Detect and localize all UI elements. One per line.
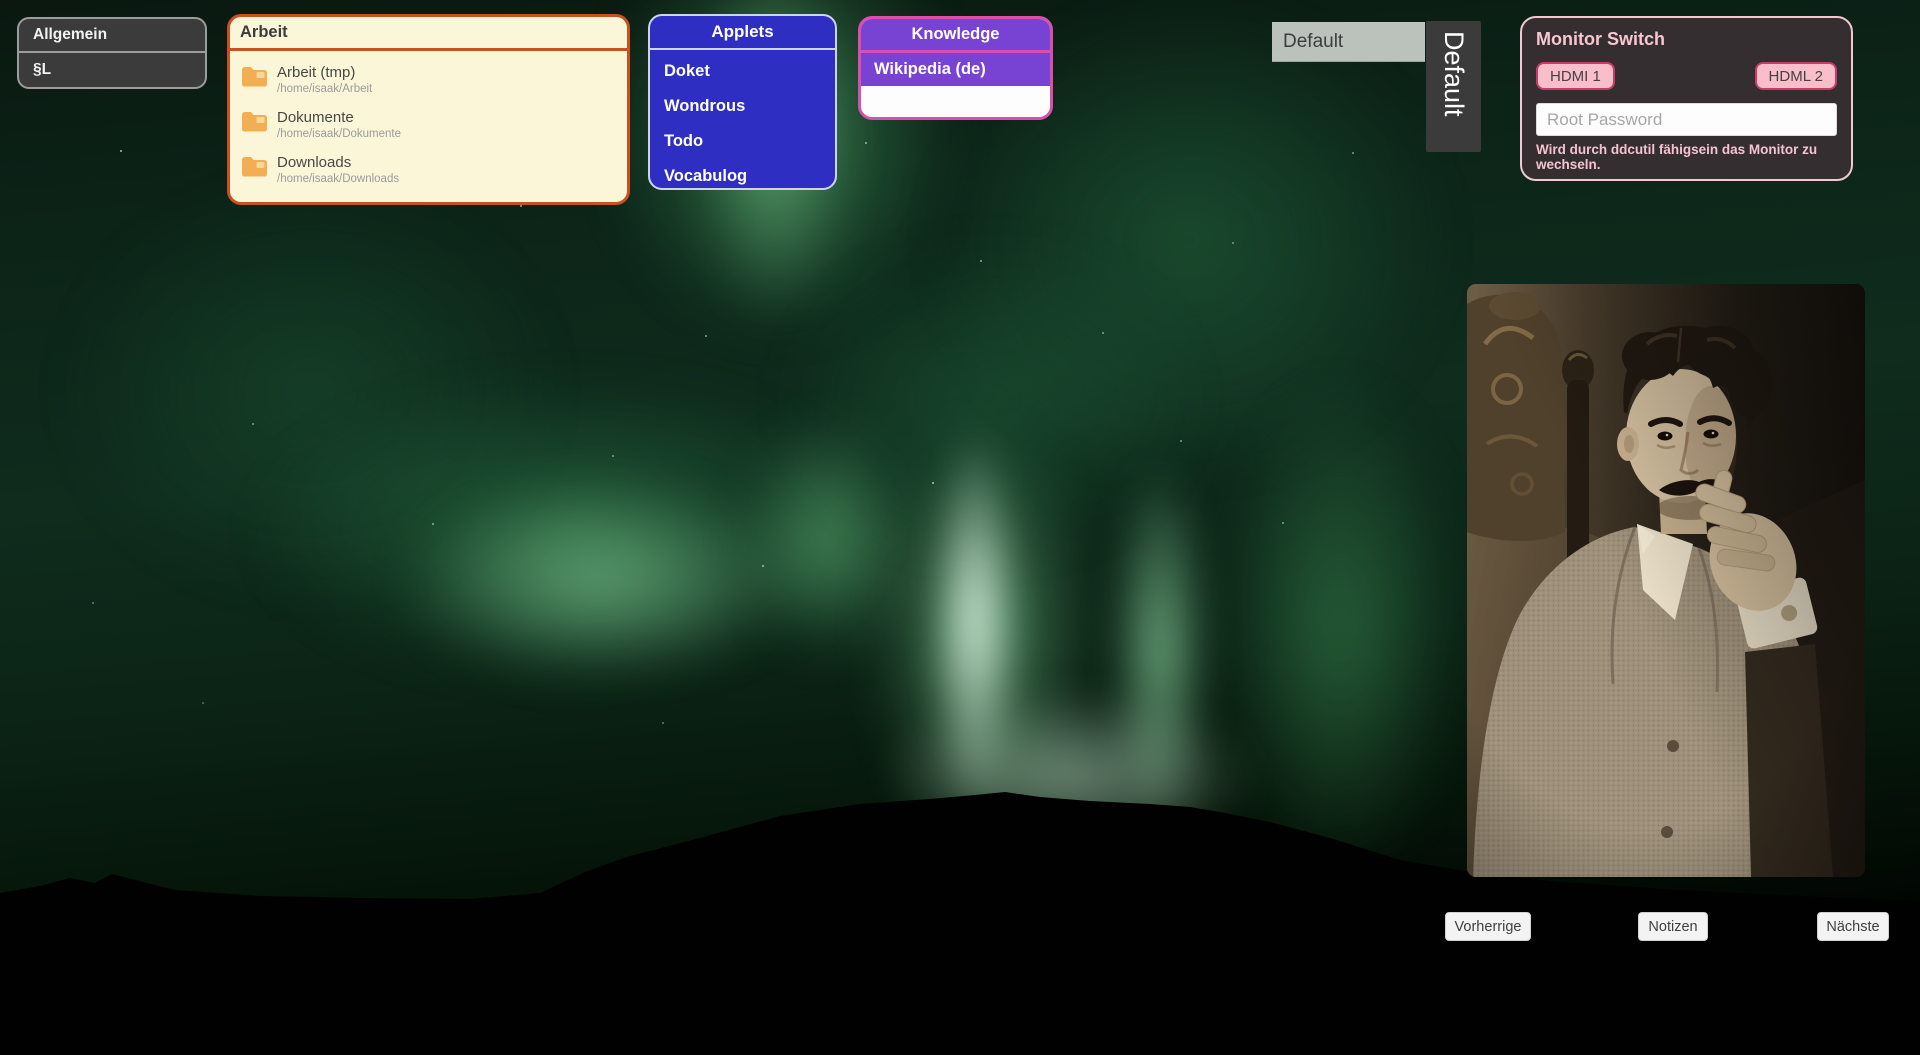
folder-icon	[242, 67, 267, 87]
vorherrige-button[interactable]: Vorherrige	[1445, 912, 1531, 941]
root-password-input[interactable]	[1536, 103, 1837, 136]
monitor-switch-buttons: HDMI 1 HDML 2	[1536, 62, 1837, 90]
notizen-button[interactable]: Notizen	[1638, 912, 1708, 941]
folder-path: /home/isaak/Downloads	[277, 173, 400, 185]
panel-title-arbeit: Arbeit	[230, 17, 627, 51]
folder-path: /home/isaak/Dokumente	[277, 128, 402, 140]
folder-name: Arbeit (tmp)	[277, 64, 356, 81]
default-drawer-tab-label: Default	[1439, 31, 1469, 117]
panel-arbeit: Arbeit Arbeit (tmp) /home/isaak/Arbeit D…	[227, 14, 630, 205]
folder-path: /home/isaak/Arbeit	[277, 83, 373, 95]
panel-allgemein: Allgemein §L	[17, 17, 207, 89]
applet-list: Doket Wondrous Todo Vocabulog	[650, 50, 835, 188]
knowledge-empty-row	[861, 86, 1050, 117]
folder-icon	[242, 112, 267, 132]
hdmi1-button[interactable]: HDMI 1	[1536, 62, 1615, 90]
folder-item-dokumente[interactable]: Dokumente /home/isaak/Dokumente	[230, 101, 627, 146]
folder-icon	[242, 157, 267, 177]
panel-applets: Applets Doket Wondrous Todo Vocabulog	[648, 14, 837, 190]
applet-item-vocabulog[interactable]: Vocabulog	[650, 159, 835, 188]
hdml2-button[interactable]: HDML 2	[1754, 62, 1837, 90]
desktop: Allgemein §L Arbeit Arbeit (tmp) /home/i…	[0, 0, 1920, 1055]
monitor-switch-title: Monitor Switch	[1536, 29, 1665, 49]
tesla-portrait-illustration	[1467, 284, 1865, 877]
folder-name: Dokumente	[277, 109, 354, 126]
monitor-switch-note: Wird durch ddcutil fähigsein das Monitor…	[1536, 142, 1818, 172]
menu-item-paragraph-l[interactable]: §L	[19, 53, 205, 87]
applet-item-todo[interactable]: Todo	[650, 124, 835, 159]
menu-item-label: Allgemein	[33, 26, 108, 43]
panel-knowledge: Knowledge Wikipedia (de)	[858, 16, 1053, 120]
default-selector-value: Default	[1283, 31, 1344, 52]
menu-item-label: §L	[33, 61, 52, 78]
default-drawer-tab[interactable]: Default	[1426, 21, 1481, 152]
folder-item-arbeit-tmp[interactable]: Arbeit (tmp) /home/isaak/Arbeit	[230, 56, 627, 101]
default-selector[interactable]: Default	[1272, 22, 1425, 62]
applet-item-wondrous[interactable]: Wondrous	[650, 89, 835, 124]
tesla-photo	[1467, 284, 1865, 877]
folder-name: Downloads	[277, 154, 352, 171]
menu-item-allgemein[interactable]: Allgemein	[19, 19, 205, 53]
panel-monitor-switch: Monitor Switch HDMI 1 HDML 2 Wird durch …	[1520, 16, 1853, 181]
folder-item-downloads[interactable]: Downloads /home/isaak/Downloads	[230, 146, 627, 191]
folder-list: Arbeit (tmp) /home/isaak/Arbeit Dokument…	[230, 51, 627, 191]
panel-title-knowledge: Knowledge	[861, 19, 1050, 53]
knowledge-item-wikipedia-de[interactable]: Wikipedia (de)	[861, 53, 1050, 86]
naechste-button[interactable]: Nächste	[1817, 912, 1889, 941]
applet-item-doket[interactable]: Doket	[650, 54, 835, 89]
panel-title-applets: Applets	[650, 16, 835, 50]
